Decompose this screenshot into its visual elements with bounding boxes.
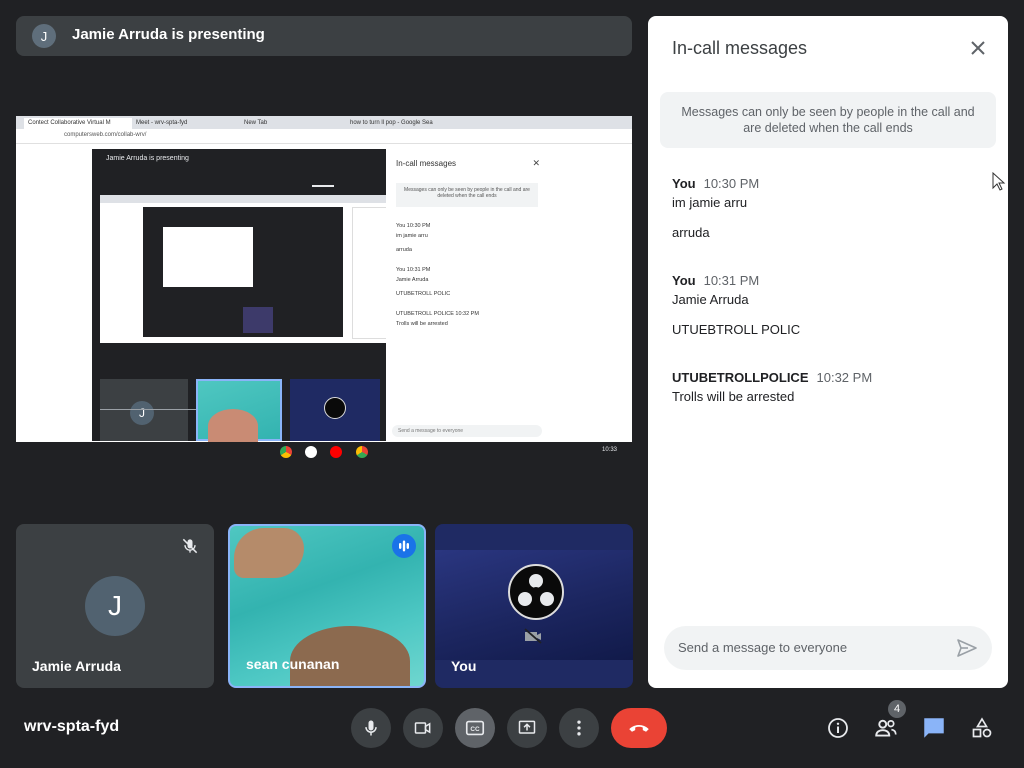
present-button[interactable] bbox=[507, 708, 547, 748]
browser-tabstrip: Contect Collaborative Virtual M Meet - w… bbox=[16, 116, 632, 129]
participant-avatar: J bbox=[85, 576, 145, 636]
browser-tab: New Tab bbox=[244, 120, 268, 126]
video-hand bbox=[234, 528, 304, 578]
message-sender: You bbox=[672, 273, 696, 288]
youtube-icon bbox=[330, 446, 342, 458]
nested-msg: Jamie Arruda bbox=[396, 277, 429, 283]
nested-msg: arruda bbox=[396, 247, 412, 253]
participant-name: Jamie Arruda bbox=[32, 658, 121, 674]
nested-msg: Trolls will be arrested bbox=[396, 321, 448, 327]
nested-screen-deep bbox=[163, 227, 253, 287]
message-text: im jamie arru bbox=[672, 195, 748, 210]
mic-icon bbox=[365, 720, 377, 736]
browser-tab: Meet - wrv-spta-fyd bbox=[136, 120, 188, 126]
nested-chat-panel: In-call messages ✕ Messages can only be … bbox=[386, 149, 548, 441]
nested-msg: UTUBETROLL POLIC bbox=[396, 291, 451, 297]
browser-address-bar: computersweb.com/collab-wrv/ bbox=[16, 129, 632, 144]
gmail-icon bbox=[305, 446, 317, 458]
browser-tab: how to turn ll pop - Google Sea bbox=[350, 120, 433, 126]
nested-line bbox=[100, 409, 200, 410]
message-time: 10:31 PM bbox=[703, 273, 760, 288]
participant-tile-sean[interactable]: sean cunanan bbox=[228, 524, 426, 688]
camera-icon bbox=[414, 722, 431, 734]
participant-tile-jamie[interactable]: J Jamie Arruda bbox=[16, 524, 214, 688]
mouse-cursor-icon bbox=[992, 172, 1006, 191]
message-text: Trolls will be arrested bbox=[672, 389, 795, 404]
microphone-button[interactable] bbox=[351, 708, 391, 748]
nested-chat-input: Send a message to everyone bbox=[392, 425, 542, 437]
nested-tile-jamie: J bbox=[100, 379, 200, 441]
chrome-icon bbox=[280, 446, 292, 458]
nested-obs-logo bbox=[324, 397, 346, 419]
os-taskbar: 10:33 bbox=[16, 442, 632, 462]
nested-presenting-text: Jamie Arruda is presenting bbox=[106, 155, 189, 162]
camera-off-icon bbox=[524, 628, 542, 644]
presenter-avatar: J bbox=[32, 24, 56, 48]
more-vert-icon bbox=[577, 720, 581, 736]
message-compose[interactable]: Send a message to everyone bbox=[664, 626, 992, 670]
chat-button[interactable] bbox=[918, 712, 950, 744]
nested-msg: UTUBETROLL POLICE 10:32 PM bbox=[396, 311, 479, 317]
message-time: 10:30 PM bbox=[703, 176, 760, 191]
message-text: UTUEBTROLL POLIC bbox=[672, 322, 801, 337]
nested-screen-inner bbox=[143, 207, 343, 337]
end-call-button[interactable] bbox=[611, 708, 667, 748]
nested-face bbox=[208, 409, 258, 443]
messages-notice: Messages can only be seen by people in t… bbox=[660, 92, 996, 148]
message-header: You 10:30 PM bbox=[672, 176, 759, 191]
browser-tab: Contect Collaborative Virtual M bbox=[24, 118, 132, 129]
participant-tile-you[interactable]: You bbox=[435, 524, 633, 688]
nested-close-icon: ✕ bbox=[532, 158, 540, 168]
nested-chat-notice: Messages can only be seen by people in t… bbox=[396, 183, 538, 207]
nested-msg: You 10:31 PM bbox=[396, 267, 431, 273]
chat-icon bbox=[924, 718, 944, 738]
nested-chat-title: In-call messages bbox=[396, 159, 457, 168]
message-sender: You bbox=[672, 176, 696, 191]
message-sender: UTUBETROLLPOLICE bbox=[672, 370, 809, 385]
presenting-banner: J Jamie Arruda is presenting bbox=[16, 16, 632, 56]
nested-tile-you bbox=[290, 379, 380, 441]
people-icon bbox=[875, 719, 897, 737]
nested-avatar: J bbox=[130, 401, 154, 425]
svg-text:CC: CC bbox=[470, 726, 480, 733]
os-clock: 10:33 bbox=[602, 447, 618, 453]
more-options-button[interactable] bbox=[559, 708, 599, 748]
message-text: arruda bbox=[672, 225, 710, 240]
panel-title: In-call messages bbox=[672, 38, 808, 58]
close-icon[interactable] bbox=[966, 36, 990, 60]
speaking-indicator-icon bbox=[392, 534, 416, 558]
meeting-code: wrv-spta-fyd bbox=[24, 718, 120, 735]
nested-msg: You 10:30 PM bbox=[396, 223, 431, 229]
obs-logo-icon bbox=[508, 564, 564, 620]
activities-shapes-icon bbox=[972, 717, 992, 738]
message-input[interactable]: Send a message to everyone bbox=[678, 640, 847, 655]
in-call-messages-panel: In-call messages Messages can only be se… bbox=[648, 16, 1008, 688]
participant-name: sean cunanan bbox=[246, 656, 340, 672]
message-header: You 10:31 PM bbox=[672, 273, 759, 288]
captions-button[interactable]: CC bbox=[455, 708, 495, 748]
meeting-details-button[interactable] bbox=[822, 712, 854, 744]
participant-name: You bbox=[451, 658, 477, 674]
nested-msg: im jamie arru bbox=[396, 233, 428, 239]
nested-divider bbox=[312, 185, 334, 187]
hang-up-icon bbox=[629, 725, 649, 732]
mic-off-icon bbox=[182, 538, 198, 554]
send-icon[interactable] bbox=[956, 638, 978, 658]
presenting-text: Jamie Arruda is presenting bbox=[72, 26, 265, 43]
shared-screen: Contect Collaborative Virtual M Meet - w… bbox=[16, 116, 632, 462]
message-text: Jamie Arruda bbox=[672, 292, 749, 307]
photos-icon bbox=[356, 446, 368, 458]
message-time: 10:32 PM bbox=[816, 370, 873, 385]
people-count-badge: 4 bbox=[888, 700, 906, 718]
info-icon bbox=[828, 718, 848, 738]
present-screen-icon bbox=[518, 720, 536, 734]
nested-tile-sean bbox=[196, 379, 282, 443]
nested-thumb bbox=[243, 307, 273, 333]
nested-taskbar-icons bbox=[290, 345, 354, 353]
address-text: computersweb.com/collab-wrv/ bbox=[64, 132, 147, 138]
message-header: UTUBETROLLPOLICE 10:32 PM bbox=[672, 370, 872, 385]
captions-icon: CC bbox=[465, 720, 485, 736]
camera-button[interactable] bbox=[403, 708, 443, 748]
activities-button[interactable] bbox=[966, 712, 998, 744]
